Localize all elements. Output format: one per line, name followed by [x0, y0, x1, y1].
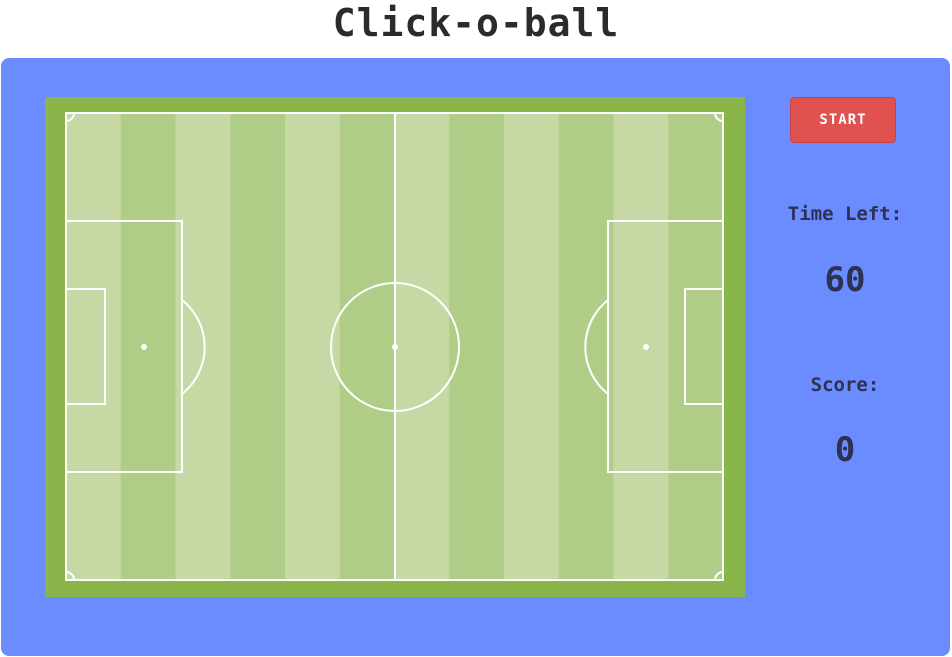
grass-stripe	[230, 113, 286, 580]
soccer-pitch-graphic[interactable]	[45, 97, 745, 597]
grass-stripe	[339, 113, 395, 580]
soccer-field[interactable]	[45, 97, 745, 597]
grass-stripe	[504, 113, 560, 580]
right-penalty-spot	[643, 344, 649, 350]
grass-stripe	[394, 113, 450, 580]
start-button[interactable]: START	[790, 97, 896, 143]
grass-stripe	[558, 113, 614, 580]
grass-stripe	[668, 113, 724, 580]
game-title: Click-o-ball	[332, 1, 620, 45]
grass-stripe	[449, 113, 505, 580]
time-left-label: Time Left:	[787, 203, 903, 225]
score-value: 0	[834, 430, 856, 470]
left-penalty-spot	[141, 344, 147, 350]
center-spot	[392, 344, 398, 350]
time-left-value: 60	[824, 260, 866, 300]
grass-stripe	[613, 113, 669, 580]
grass-stripe	[175, 113, 231, 580]
grass-stripe	[120, 113, 176, 580]
grass-stripe	[66, 113, 122, 580]
score-label: Score:	[810, 374, 880, 396]
